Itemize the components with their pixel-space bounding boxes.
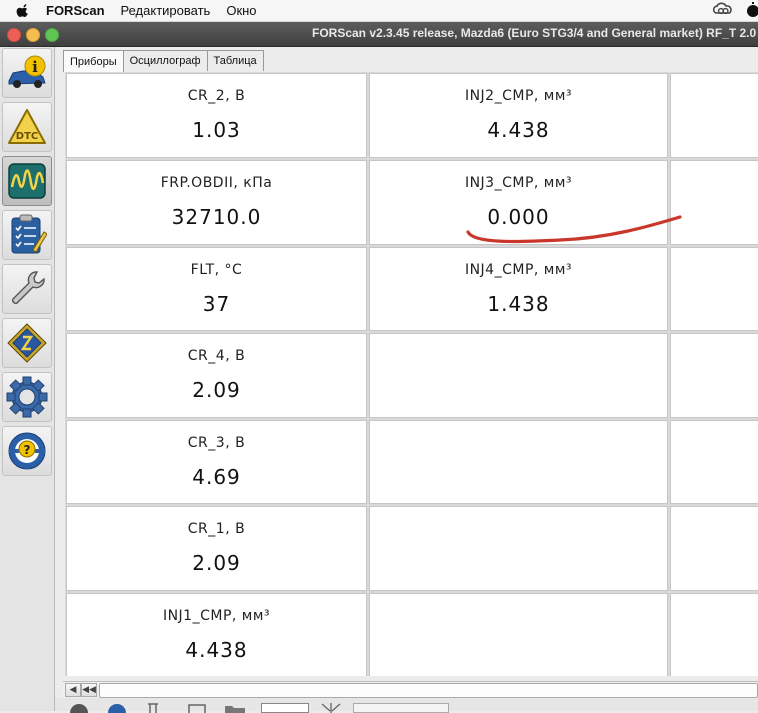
svg-text:DTC: DTC	[16, 131, 38, 142]
empty-gauge-cell	[369, 420, 668, 504]
sidebar-item-dtc[interactable]: DTC	[2, 102, 52, 152]
zoom-window-button[interactable]	[45, 28, 59, 42]
gauge-label: CR_4, В	[187, 348, 246, 364]
oscilloscope-wave-icon	[8, 163, 46, 199]
horizontal-scrollbar[interactable]: ◀ ◀◀	[63, 681, 758, 698]
gauge-label: CR_2, В	[187, 88, 246, 104]
gauge-value: 32710.0	[171, 205, 262, 229]
empty-gauge-cell	[670, 160, 758, 245]
gauge-label: INJ4_CMP, мм³	[464, 262, 573, 278]
tab-table[interactable]: Таблица	[206, 50, 264, 71]
scroll-track[interactable]	[99, 683, 758, 698]
gauge-value: 4.69	[192, 465, 241, 489]
sidebar-item-oscilloscope[interactable]	[2, 156, 52, 206]
gauge-cell[interactable]: INJ4_CMP, мм³ 1.438	[369, 247, 668, 331]
folder-icon[interactable]	[223, 703, 247, 713]
menu-bar: FORScan Редактировать Окно	[0, 0, 758, 22]
scroll-left-button[interactable]: ◀	[65, 683, 81, 697]
gauge-cell[interactable]: FLT, °C 37	[66, 247, 367, 331]
menu-extra-icon[interactable]	[744, 2, 758, 21]
bottom-toolbar	[55, 698, 758, 713]
gauge-value: 4.438	[487, 118, 550, 142]
gauge-value: 2.09	[192, 551, 241, 575]
record-icon[interactable]	[105, 703, 129, 713]
collapse-icon[interactable]	[319, 703, 343, 713]
delete-icon[interactable]	[143, 703, 163, 713]
gauge-label: FRP.OBDII, кПа	[160, 175, 273, 191]
tab-oscilloscope[interactable]: Осциллограф	[122, 50, 208, 71]
close-window-button[interactable]	[7, 28, 21, 42]
gauge-label: CR_3, В	[187, 435, 246, 451]
empty-gauge-cell	[369, 593, 668, 676]
window-title-bar: FORScan v2.3.45 release, Mazda6 (Euro ST…	[0, 22, 758, 47]
dtc-warning-icon: DTC	[8, 109, 46, 144]
gauges-panel: CR_2, В 1.03 FRP.OBDII, кПа 32710.0 FLT,…	[65, 72, 758, 676]
minimize-window-button[interactable]	[26, 28, 40, 42]
creative-cloud-icon[interactable]	[712, 2, 734, 21]
sidebar-item-service-checklist[interactable]	[2, 210, 52, 260]
empty-gauge-cell	[369, 506, 668, 591]
value-field[interactable]	[261, 703, 309, 713]
tab-gauges[interactable]: Приборы	[63, 50, 124, 72]
status-icons	[712, 2, 758, 21]
svg-text:?: ?	[24, 443, 31, 457]
apple-icon[interactable]	[16, 3, 30, 18]
gauge-value: 1.03	[192, 118, 241, 142]
svg-text:i: i	[32, 58, 38, 76]
gauge-cell[interactable]: CR_3, В 4.69	[66, 420, 367, 504]
sidebar-item-settings[interactable]	[2, 372, 52, 422]
gauge-value: 4.438	[185, 638, 248, 662]
car-info-icon: i	[8, 55, 46, 88]
menu-window[interactable]: Окно	[226, 3, 256, 18]
gauge-cell[interactable]: CR_4, В 2.09	[66, 333, 367, 418]
gauge-value: 2.09	[192, 378, 241, 402]
menu-app-name[interactable]: FORScan	[46, 3, 105, 18]
gauge-cell[interactable]: INJ2_CMP, мм³ 4.438	[369, 73, 668, 158]
scroll-first-button[interactable]: ◀◀	[81, 683, 97, 697]
tab-bar: Приборы Осциллограф Таблица	[63, 50, 264, 72]
stop-icon[interactable]	[67, 703, 91, 713]
gauge-cell[interactable]: CR_2, В 1.03	[66, 73, 367, 158]
gear-icon	[6, 376, 48, 418]
gauge-value: 1.438	[487, 292, 550, 316]
dropdown-field[interactable]	[353, 703, 449, 713]
gauge-cell[interactable]: INJ1_CMP, мм³ 4.438	[66, 593, 367, 676]
gauge-value: 37	[202, 292, 231, 316]
help-steering-wheel-icon: ?	[8, 432, 46, 470]
frame-icon[interactable]	[187, 703, 207, 713]
gauge-cell[interactable]: INJ3_CMP, мм³ 0.000	[369, 160, 668, 245]
empty-gauge-cell	[670, 593, 758, 676]
gauge-label: INJ1_CMP, мм³	[162, 608, 271, 624]
empty-gauge-cell	[670, 247, 758, 331]
sidebar: i DTC ?	[0, 47, 55, 711]
empty-gauge-cell	[670, 73, 758, 158]
checklist-icon	[11, 214, 47, 254]
gauge-value: 0.000	[487, 205, 550, 229]
chip-icon	[7, 323, 47, 363]
empty-gauge-cell	[670, 333, 758, 418]
window-title: FORScan v2.3.45 release, Mazda6 (Euro ST…	[312, 26, 757, 40]
empty-gauge-cell	[369, 333, 668, 418]
gauge-label: CR_1, В	[187, 521, 246, 537]
empty-gauge-cell	[670, 506, 758, 591]
empty-gauge-cell	[670, 420, 758, 504]
gauge-label: INJ3_CMP, мм³	[464, 175, 573, 191]
sidebar-item-configuration[interactable]	[2, 264, 52, 314]
wrench-icon	[12, 271, 45, 304]
sidebar-item-help[interactable]: ?	[2, 426, 52, 476]
gauge-label: INJ2_CMP, мм³	[464, 88, 573, 104]
gauge-cell[interactable]: CR_1, В 2.09	[66, 506, 367, 591]
gauge-label: FLT, °C	[190, 262, 243, 278]
menu-edit[interactable]: Редактировать	[121, 3, 211, 18]
sidebar-item-module-programming[interactable]	[2, 318, 52, 368]
gauge-cell[interactable]: FRP.OBDII, кПа 32710.0	[66, 160, 367, 245]
sidebar-item-vehicle-info[interactable]: i	[2, 48, 52, 98]
